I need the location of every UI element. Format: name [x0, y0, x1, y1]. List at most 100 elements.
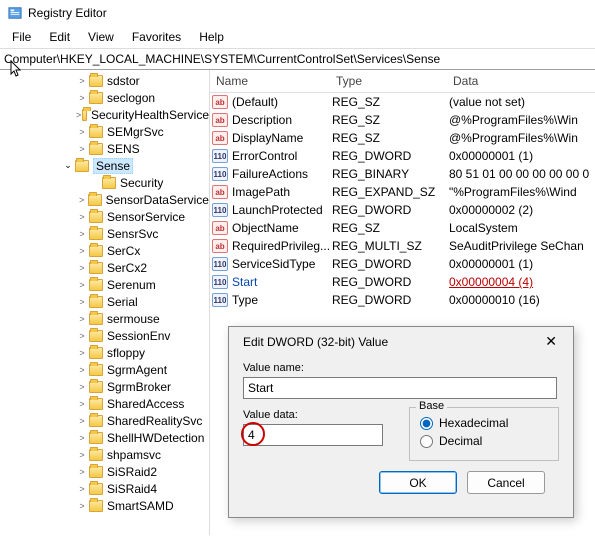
chevron-right-icon[interactable]: >	[76, 467, 88, 477]
address-input[interactable]	[4, 52, 591, 66]
tree-item-sercx[interactable]: >SerCx	[2, 242, 209, 259]
tree-item-shpamsvc[interactable]: >shpamsvc	[2, 446, 209, 463]
value-name: DisplayName	[232, 131, 332, 145]
value-type: REG_SZ	[332, 131, 449, 145]
chevron-right-icon[interactable]: >	[76, 212, 88, 222]
chevron-right-icon[interactable]: >	[76, 297, 88, 307]
tree-view[interactable]: >sdstor>seclogon>SecurityHealthService>S…	[0, 70, 210, 535]
chevron-right-icon[interactable]: >	[76, 348, 88, 358]
chevron-right-icon[interactable]: >	[76, 229, 88, 239]
tree-item-sisraid2[interactable]: >SiSRaid2	[2, 463, 209, 480]
folder-icon	[89, 500, 103, 512]
chevron-right-icon[interactable]: >	[76, 144, 88, 154]
value-row[interactable]: 110TypeREG_DWORD0x00000010 (16)	[210, 291, 595, 309]
menu-favorites[interactable]: Favorites	[124, 28, 189, 46]
chevron-right-icon[interactable]: >	[76, 93, 88, 103]
value-data: LocalSystem	[449, 221, 593, 235]
tree-item-sfloppy[interactable]: >sfloppy	[2, 344, 209, 361]
chevron-right-icon[interactable]: >	[76, 433, 88, 443]
value-row[interactable]: 110FailureActionsREG_BINARY80 51 01 00 0…	[210, 165, 595, 183]
tree-item-sermouse[interactable]: > sermouse	[2, 310, 209, 327]
tree-item-security[interactable]: Security	[2, 174, 209, 191]
tree-label: SEMgrSvc	[107, 125, 164, 139]
menu-view[interactable]: View	[80, 28, 122, 46]
menu-edit[interactable]: Edit	[41, 28, 78, 46]
chevron-down-icon[interactable]: ⌄	[62, 160, 74, 171]
folder-icon	[89, 449, 103, 461]
chevron-right-icon[interactable]: >	[76, 484, 88, 494]
tree-item-seclogon[interactable]: >seclogon	[2, 89, 209, 106]
chevron-right-icon[interactable]: >	[76, 110, 81, 120]
folder-icon	[89, 432, 103, 444]
tree-item-securityhealthservice[interactable]: >SecurityHealthService	[2, 106, 209, 123]
chevron-right-icon[interactable]: >	[76, 314, 88, 324]
value-name: LaunchProtected	[232, 203, 332, 217]
tree-item-sgrmagent[interactable]: >SgrmAgent	[2, 361, 209, 378]
value-data-label: Value data:	[243, 409, 383, 421]
value-row[interactable]: 110StartREG_DWORD0x00000004 (4)	[210, 273, 595, 291]
tree-item-sharedrealitysvc[interactable]: >SharedRealitySvc	[2, 412, 209, 429]
chevron-right-icon[interactable]: >	[76, 280, 88, 290]
col-data[interactable]: Data	[447, 70, 595, 92]
chevron-right-icon[interactable]: >	[76, 263, 88, 273]
tree-item-sensorservice[interactable]: >SensorService	[2, 208, 209, 225]
tree-item-sercx2[interactable]: >SerCx2	[2, 259, 209, 276]
tree-item-serial[interactable]: >Serial	[2, 293, 209, 310]
value-row[interactable]: 110LaunchProtectedREG_DWORD0x00000002 (2…	[210, 201, 595, 219]
tree-item-smartsamd[interactable]: >SmartSAMD	[2, 497, 209, 514]
menu-bar: File Edit View Favorites Help	[0, 26, 595, 48]
chevron-right-icon[interactable]: >	[76, 195, 87, 205]
value-name-field[interactable]	[243, 377, 557, 399]
radio-dec[interactable]: Decimal	[420, 434, 548, 448]
tree-item-sense[interactable]: ⌄Sense	[2, 157, 209, 174]
value-type: REG_BINARY	[332, 167, 449, 181]
binary-icon: 110	[212, 167, 228, 181]
dialog-titlebar[interactable]: Edit DWORD (32-bit) Value ✕	[229, 327, 573, 354]
tree-item-sgrmbroker[interactable]: >SgrmBroker	[2, 378, 209, 395]
tree-item-semgrsvc[interactable]: > SEMgrSvc	[2, 123, 209, 140]
value-row[interactable]: 110ServiceSidTypeREG_DWORD0x00000001 (1)	[210, 255, 595, 273]
menu-help[interactable]: Help	[191, 28, 232, 46]
chevron-right-icon[interactable]: >	[76, 450, 88, 460]
value-row[interactable]: abImagePathREG_EXPAND_SZ"%ProgramFiles%\…	[210, 183, 595, 201]
value-row[interactable]: abDescriptionREG_SZ@%ProgramFiles%\Win	[210, 111, 595, 129]
ok-button[interactable]: OK	[379, 471, 457, 494]
chevron-right-icon[interactable]: >	[76, 331, 88, 341]
tree-label: sermouse	[107, 312, 160, 326]
tree-label: Serenum	[107, 278, 156, 292]
chevron-right-icon[interactable]: >	[76, 127, 88, 137]
tree-item-sessionenv[interactable]: >SessionEnv	[2, 327, 209, 344]
tree-item-sensrsvc[interactable]: >SensrSvc	[2, 225, 209, 242]
value-row[interactable]: abObjectNameREG_SZLocalSystem	[210, 219, 595, 237]
tree-item-sharedaccess[interactable]: >SharedAccess	[2, 395, 209, 412]
chevron-right-icon[interactable]: >	[76, 246, 88, 256]
value-type: REG_SZ	[332, 221, 449, 235]
value-data-field[interactable]	[243, 424, 383, 446]
chevron-right-icon[interactable]: >	[76, 399, 88, 409]
tree-item-shellhwdetection[interactable]: >ShellHWDetection	[2, 429, 209, 446]
regedit-icon	[8, 6, 22, 20]
folder-icon	[89, 262, 103, 274]
edit-dword-dialog: Edit DWORD (32-bit) Value ✕ Value name: …	[228, 326, 574, 518]
tree-item-sens[interactable]: >SENS	[2, 140, 209, 157]
chevron-right-icon[interactable]: >	[76, 501, 88, 511]
tree-item-sisraid4[interactable]: >SiSRaid4	[2, 480, 209, 497]
chevron-right-icon[interactable]: >	[76, 382, 88, 392]
chevron-right-icon[interactable]: >	[76, 365, 88, 375]
tree-item-sensordataservice[interactable]: >SensorDataService	[2, 191, 209, 208]
menu-file[interactable]: File	[4, 28, 39, 46]
value-name: Type	[232, 293, 332, 307]
col-type[interactable]: Type	[330, 70, 447, 92]
value-row[interactable]: abRequiredPrivileg...REG_MULTI_SZSeAudit…	[210, 237, 595, 255]
chevron-right-icon[interactable]: >	[76, 416, 88, 426]
close-icon[interactable]: ✕	[539, 333, 563, 350]
tree-item-serenum[interactable]: > Serenum	[2, 276, 209, 293]
tree-item-sdstor[interactable]: >sdstor	[2, 72, 209, 89]
value-row[interactable]: 110ErrorControlREG_DWORD0x00000001 (1)	[210, 147, 595, 165]
col-name[interactable]: Name	[210, 70, 330, 92]
chevron-right-icon[interactable]: >	[76, 76, 88, 86]
cancel-button[interactable]: Cancel	[467, 471, 545, 494]
value-row[interactable]: ab(Default)REG_SZ(value not set)	[210, 93, 595, 111]
radio-hex[interactable]: Hexadecimal	[420, 416, 548, 430]
value-row[interactable]: abDisplayNameREG_SZ@%ProgramFiles%\Win	[210, 129, 595, 147]
